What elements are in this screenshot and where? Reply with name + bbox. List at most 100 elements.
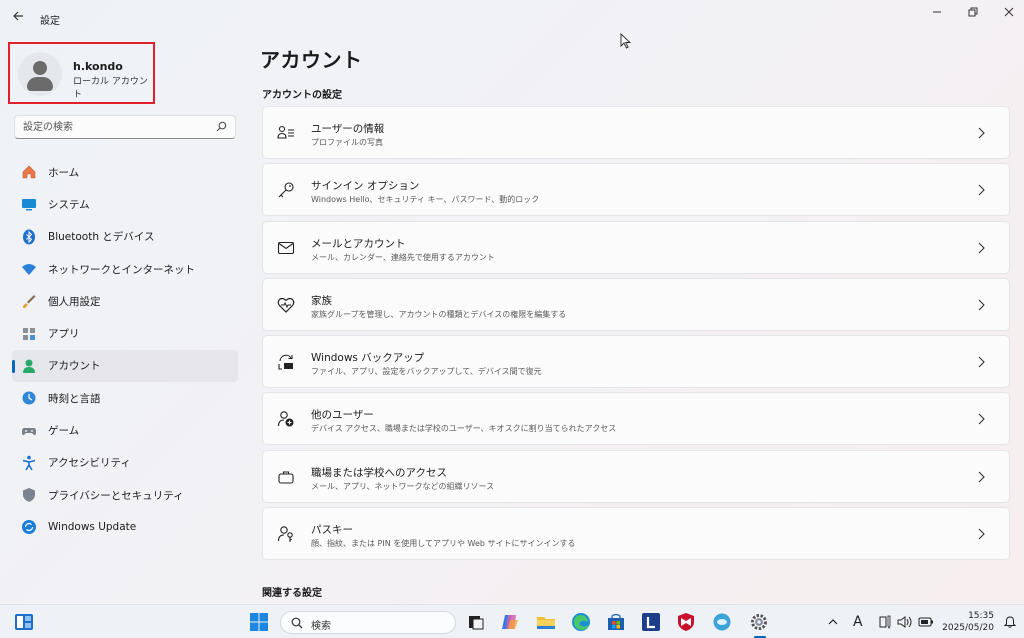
sidebar-item-personalization[interactable]: 個人用設定: [12, 285, 238, 317]
chevron-right-icon: [978, 356, 985, 368]
related-settings-heading: 関連する設定: [262, 588, 322, 599]
sidebar-item-label: 個人用設定: [48, 295, 101, 308]
battery-icon[interactable]: [918, 615, 934, 629]
search-icon[interactable]: [216, 121, 227, 132]
card-title: 職場または学校へのアクセス: [311, 466, 447, 479]
briefcase-icon: [278, 471, 294, 484]
search-input[interactable]: [23, 119, 213, 135]
chevron-up-icon[interactable]: [828, 618, 838, 626]
sidebar-item-privacy[interactable]: プライバシーとセキュリティ: [12, 479, 238, 511]
account-icon: [21, 358, 37, 374]
card-subtitle: メール、カレンダー、連絡先で使用するアカウント: [311, 252, 495, 262]
taskbar-search-label: 検索: [311, 621, 331, 632]
sidebar-item-label: Windows Update: [48, 521, 137, 534]
close-button[interactable]: [994, 4, 1024, 24]
card-email-accounts[interactable]: メールとアカウント メール、カレンダー、連絡先で使用するアカウント: [262, 220, 1010, 274]
chevron-right-icon: [978, 299, 985, 311]
card-family[interactable]: 家族 家族グループを管理し、アカウントの種類とデバイスの権限を編集する: [262, 277, 1010, 331]
user-profile-card[interactable]: h.kondo ローカル アカウント: [8, 42, 155, 104]
app-title: 設定: [40, 16, 60, 27]
back-arrow-icon: [13, 11, 23, 21]
store-icon[interactable]: [606, 612, 626, 632]
system-icon: [21, 196, 37, 212]
card-work-school[interactable]: 職場または学校へのアクセス メール、アプリ、ネットワークなどの組織リソース: [262, 449, 1010, 503]
pen-icon[interactable]: [879, 615, 891, 629]
card-passkeys[interactable]: パスキー 顔、指紋、または PIN を使用してアプリや Web サイトにサインイ…: [262, 507, 1010, 561]
sidebar-item-label: 時刻と言語: [48, 392, 101, 405]
clock-time: 15:35: [968, 611, 994, 621]
accessibility-icon: [21, 455, 37, 471]
passkey-icon: [277, 526, 293, 543]
app-circle-icon[interactable]: [712, 612, 732, 632]
sidebar-item-label: システム: [48, 198, 90, 211]
sidebar-item-time-language[interactable]: 時刻と言語: [12, 382, 238, 414]
avatar-head: [33, 61, 47, 75]
chevron-right-icon: [978, 127, 985, 139]
sidebar-item-home[interactable]: ホーム: [12, 156, 238, 188]
sidebar-item-system[interactable]: システム: [12, 188, 238, 220]
windows-update-icon: [21, 519, 37, 535]
ime-mode-icon[interactable]: A: [853, 615, 863, 629]
sidebar-item-accessibility[interactable]: アクセシビリティ: [12, 447, 238, 479]
sidebar-item-network[interactable]: ネットワークとインターネット: [12, 253, 238, 285]
sidebar-item-apps[interactable]: アプリ: [12, 317, 238, 349]
apps-icon: [21, 326, 37, 342]
mouse-cursor-icon: [620, 33, 632, 49]
l-app-icon[interactable]: [641, 612, 661, 632]
minimize-icon: [933, 11, 941, 13]
sidebar-item-bluetooth[interactable]: Bluetooth とデバイス: [12, 221, 238, 253]
sidebar-item-label: アクセシビリティ: [48, 457, 131, 470]
sidebar-item-accounts[interactable]: アカウント: [12, 349, 238, 383]
taskbar: 検索 A 15:35 2025/05/20: [0, 604, 1024, 638]
chevron-right-icon: [978, 242, 985, 253]
card-title: 家族: [311, 294, 332, 307]
sidebar-item-label: ゲーム: [48, 425, 80, 438]
sidebar-item-label: ホーム: [48, 166, 80, 179]
gaming-icon: [21, 423, 37, 439]
notification-bell-icon[interactable]: [1004, 616, 1016, 628]
family-heart-icon: [277, 297, 295, 313]
chevron-right-icon: [978, 471, 985, 483]
edge-icon[interactable]: [571, 612, 591, 632]
card-title: メールとアカウント: [311, 237, 406, 250]
card-subtitle: プロファイルの写真: [311, 138, 383, 147]
add-user-icon: [277, 411, 294, 427]
minimize-button[interactable]: [922, 4, 952, 24]
taskbar-search[interactable]: 検索: [280, 611, 456, 634]
sidebar-item-gaming[interactable]: ゲーム: [12, 414, 238, 446]
page-title: アカウント: [260, 48, 363, 72]
clock-date: 2025/05/20: [942, 623, 994, 633]
widgets-icon[interactable]: [14, 613, 34, 631]
sidebar-item-windows-update[interactable]: Windows Update: [12, 511, 238, 543]
back-button[interactable]: [10, 10, 26, 26]
file-explorer-icon[interactable]: [536, 612, 556, 632]
key-icon: [278, 182, 294, 198]
chevron-right-icon: [978, 184, 985, 196]
restore-button[interactable]: [958, 4, 988, 24]
card-other-users[interactable]: 他のユーザー デバイス アクセス、職場または学校のユーザー、キオスクに割り当てら…: [262, 392, 1010, 446]
card-subtitle: ファイル、アプリ、設定をバックアップして、デバイス間で復元: [311, 367, 542, 377]
card-sign-in-options[interactable]: サインイン オプション Windows Hello、セキュリティ キー、パスワー…: [262, 163, 1010, 217]
card-user-info[interactable]: ユーザーの情報 プロファイルの写真: [262, 106, 1010, 159]
card-title: ユーザーの情報: [311, 123, 385, 135]
home-icon: [21, 164, 37, 180]
card-subtitle: 顔、指紋、または PIN を使用してアプリや Web サイトにサインインする: [311, 539, 576, 549]
volume-icon[interactable]: [897, 615, 913, 629]
copilot-icon[interactable]: [500, 612, 520, 632]
card-windows-backup[interactable]: Windows バックアップ ファイル、アプリ、設定をバックアップして、デバイス…: [262, 335, 1010, 389]
title-bar: 設定: [0, 0, 1024, 36]
clock[interactable]: 15:35 2025/05/20: [938, 610, 994, 634]
time-language-icon: [21, 390, 37, 406]
shield-icon: [21, 487, 37, 503]
settings-search[interactable]: [14, 115, 236, 139]
sidebar-nav: ホーム システム Bluetooth とデバイス ネットワークとインターネット …: [12, 156, 238, 544]
card-title: サインイン オプション: [311, 180, 420, 193]
task-view-icon[interactable]: [466, 612, 486, 632]
card-subtitle: Windows Hello、セキュリティ キー、パスワード、動的ロック: [311, 195, 540, 205]
card-title: Windows バックアップ: [311, 352, 425, 365]
settings-gear-icon[interactable]: [749, 612, 769, 632]
sidebar-item-label: アプリ: [48, 328, 80, 341]
mcafee-icon[interactable]: [676, 612, 696, 632]
close-icon: [1004, 7, 1014, 17]
start-icon[interactable]: [249, 612, 269, 632]
